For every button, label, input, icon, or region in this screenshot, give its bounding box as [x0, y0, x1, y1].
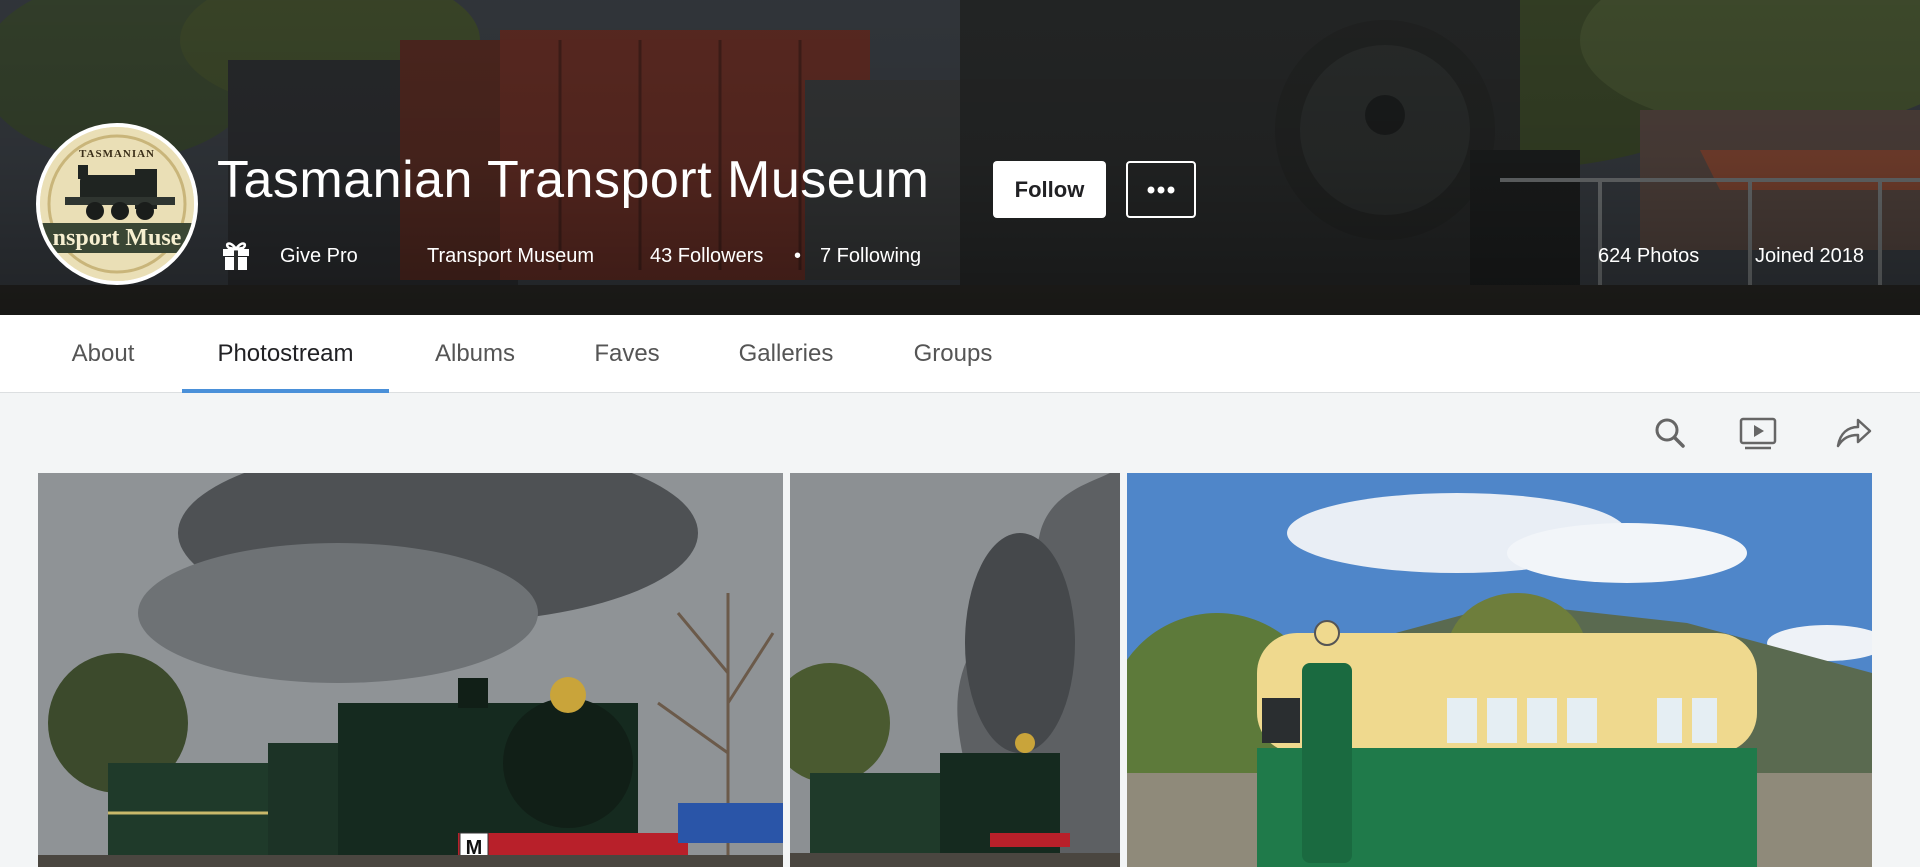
ellipsis-icon [1147, 186, 1175, 193]
logo-arc-text: TASMANIAN [79, 148, 155, 160]
museum-logo: TASMANIAN nsport Muse [40, 127, 194, 281]
slideshow-icon [1739, 417, 1777, 450]
joined-date: Joined 2018 [1755, 245, 1864, 267]
photo-tile[interactable] [790, 473, 1120, 867]
meta-separator: • [794, 245, 802, 267]
give-pro-link[interactable]: Give Pro [280, 245, 358, 268]
tab-albums[interactable]: Albums [420, 315, 530, 393]
photo-steam-locomotive: M [38, 473, 783, 867]
search-icon [1655, 418, 1685, 448]
photo-railcar [1127, 473, 1872, 867]
tab-photostream[interactable]: Photostream [182, 315, 389, 393]
share-icon [1836, 418, 1872, 448]
gift-icon[interactable] [220, 238, 252, 272]
tab-about[interactable]: About [52, 315, 154, 393]
profile-name: Tasmanian Transport Museum [217, 151, 930, 209]
followers-link[interactable]: 43 Followers [650, 245, 763, 268]
following-link[interactable]: 7 Following [820, 245, 921, 268]
slideshow-button[interactable] [1738, 413, 1778, 453]
photo-smoke-plume [790, 473, 1120, 867]
photo-tile[interactable]: M [38, 473, 783, 867]
profile-tabs: About Photostream Albums Faves Galleries… [0, 315, 1920, 393]
share-button[interactable] [1834, 413, 1874, 453]
photo-count: 624 Photos [1598, 245, 1700, 267]
account-type: Transport Museum [427, 245, 595, 267]
follow-button[interactable]: Follow [993, 161, 1106, 218]
more-options-button[interactable] [1126, 161, 1196, 218]
tab-galleries[interactable]: Galleries [722, 315, 850, 393]
search-button[interactable] [1650, 413, 1690, 453]
photo-tile[interactable] [1127, 473, 1872, 867]
tab-faves[interactable]: Faves [580, 315, 674, 393]
logo-banner-text: nsport Muse [53, 225, 182, 251]
tab-groups[interactable]: Groups [898, 315, 1008, 393]
avatar[interactable]: TASMANIAN nsport Muse [36, 123, 198, 285]
